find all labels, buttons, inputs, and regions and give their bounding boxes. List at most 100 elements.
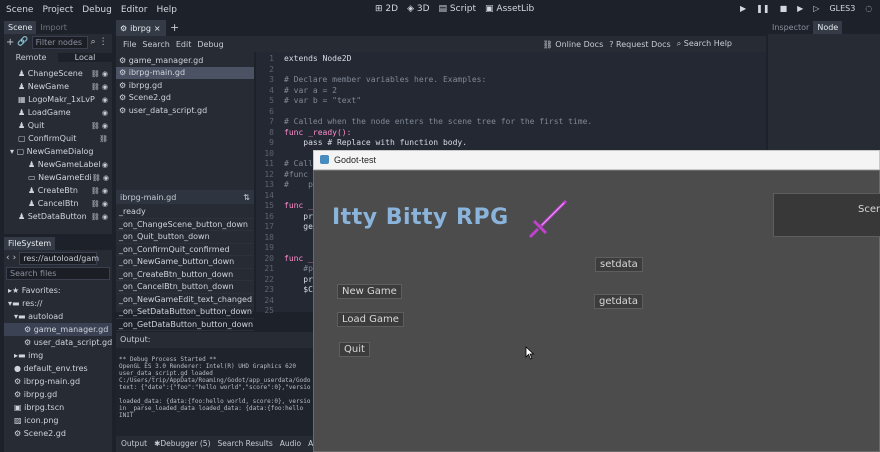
path-field[interactable]: res://autoload/gam bbox=[19, 251, 99, 265]
file-item[interactable]: ⚙ game_manager.gd bbox=[4, 323, 112, 336]
tree-node[interactable]: ♟ SetDataButton ⛓ ◉ bbox=[4, 210, 112, 223]
request-docs-link[interactable]: ? Request Docs bbox=[609, 40, 670, 49]
tree-node[interactable]: ▦ LogoMakr_1xLvP ◉ bbox=[4, 93, 112, 106]
menu-debug[interactable]: Debug bbox=[82, 5, 112, 15]
method-item[interactable]: _on_NewGame_button_down bbox=[116, 256, 254, 269]
filter-nodes-input[interactable]: Filter nodes bbox=[31, 35, 88, 49]
eye-icon[interactable]: ⛓ ◉ bbox=[91, 70, 108, 78]
method-item[interactable]: _on_CancelBtn_button_down bbox=[116, 281, 254, 294]
menu-editor[interactable]: Editor bbox=[121, 5, 148, 15]
game-window-titlebar[interactable]: Godot-test bbox=[313, 150, 880, 170]
file-item[interactable]: ● default_env.tres bbox=[4, 362, 112, 375]
search-icon[interactable]: ⌕ bbox=[91, 37, 96, 47]
script-list-item[interactable]: ⚙ ibrpg.gd bbox=[116, 79, 254, 92]
eye-icon[interactable]: ◉ bbox=[102, 161, 108, 169]
tree-node[interactable]: ♟ Quit ⛓ ◉ bbox=[4, 119, 112, 132]
tab-scene[interactable]: Scene bbox=[4, 20, 37, 34]
forward-icon[interactable]: › bbox=[13, 253, 17, 263]
tab-inspector[interactable]: Inspector bbox=[768, 21, 813, 34]
method-item[interactable]: _on_CreateBtn_button_down bbox=[116, 269, 254, 281]
add-tab-icon[interactable]: + bbox=[170, 21, 179, 34]
method-item[interactable]: _ready bbox=[116, 206, 254, 219]
local-button[interactable]: Local bbox=[58, 52, 112, 62]
file-item[interactable]: ⚙ ibrpg.gd bbox=[4, 388, 112, 401]
link-icon[interactable]: 🔗 bbox=[17, 37, 28, 47]
new-game-button[interactable]: New Game bbox=[337, 284, 402, 299]
search-files-input[interactable]: Search files bbox=[6, 267, 110, 280]
menu-search[interactable]: Search bbox=[142, 40, 169, 49]
remote-button[interactable]: Remote bbox=[4, 52, 58, 62]
method-item[interactable]: _on_GetDataButton_button_down bbox=[116, 319, 254, 331]
eye-icon[interactable]: ⛓ ◉ bbox=[91, 122, 108, 130]
workspace-assetlib[interactable]: ▣ AssetLib bbox=[485, 4, 534, 14]
menu-icon[interactable]: ⋮ bbox=[99, 37, 108, 47]
script-list-item[interactable]: ⚙ user_data_script.gd bbox=[116, 104, 254, 117]
menu-project[interactable]: Project bbox=[42, 5, 73, 15]
quit-button[interactable]: Quit bbox=[339, 342, 370, 357]
getdata-button[interactable]: getdata bbox=[594, 294, 643, 309]
play-icon[interactable]: ▶ bbox=[740, 4, 746, 13]
tree-node[interactable]: ▢ ConfirmQuit ⛓ bbox=[4, 132, 112, 145]
file-item[interactable]: ⚙ user_data_script.gd bbox=[4, 336, 112, 349]
sort-icon[interactable]: ⇅ bbox=[243, 193, 250, 202]
method-item[interactable]: _on_ConfirmQuit_confirmed bbox=[116, 244, 254, 256]
tab-filesystem[interactable]: FileSystem bbox=[4, 236, 56, 250]
method-item[interactable]: _on_NewGameEdit_text_changed bbox=[116, 294, 254, 306]
method-item[interactable]: _on_Quit_button_down bbox=[116, 231, 254, 244]
close-icon[interactable]: × bbox=[154, 24, 161, 33]
menu-file[interactable]: File bbox=[123, 40, 136, 49]
script-list-item[interactable]: ⚙ game_manager.gd bbox=[116, 54, 254, 67]
tree-node[interactable]: ▾ ▢ NewGameDialog bbox=[4, 145, 112, 158]
eye-icon[interactable]: ◉ bbox=[102, 96, 108, 104]
menu-debug-script[interactable]: Debug bbox=[197, 40, 223, 49]
folder-item[interactable]: ▾▬ autoload bbox=[4, 310, 112, 323]
eye-icon[interactable]: ⛓ ◉ bbox=[91, 83, 108, 91]
file-item[interactable]: ▣ ibrpg.tscn bbox=[4, 401, 112, 414]
tree-node[interactable]: ▭ NewGameEdi ⛓ ◉ bbox=[4, 171, 112, 184]
menu-edit[interactable]: Edit bbox=[176, 40, 192, 49]
tree-node[interactable]: ♟ LoadGame ◉ bbox=[4, 106, 112, 119]
folder-item[interactable]: ▾▬ res:// bbox=[4, 297, 112, 310]
online-docs-link[interactable]: ⛓ Online Docs bbox=[543, 40, 604, 49]
tree-node[interactable]: ♟ ChangeScene ⛓ ◉ bbox=[4, 67, 112, 80]
tab-debugger[interactable]: ✱Debugger (5) bbox=[154, 439, 210, 448]
workspace-3d[interactable]: ◈ 3D bbox=[407, 4, 429, 14]
workspace-2d[interactable]: ⊞ 2D bbox=[375, 4, 398, 14]
play-custom-icon[interactable]: ▷ bbox=[813, 4, 819, 13]
script-list-item[interactable]: ⚙ Scene2.gd bbox=[116, 92, 254, 105]
eye-icon[interactable]: ⛓ ◉ bbox=[91, 213, 108, 221]
tab-ibrpg[interactable]: ⚙ ibrpg × bbox=[116, 20, 166, 36]
eye-icon[interactable]: ⛓ ◉ bbox=[91, 200, 108, 208]
tab-output[interactable]: Output bbox=[121, 439, 147, 448]
method-item[interactable]: _on_SetDataButton_button_down bbox=[116, 306, 254, 319]
method-item[interactable]: _on_ChangeScene_button_down bbox=[116, 219, 254, 231]
tab-import[interactable]: Import bbox=[36, 21, 71, 34]
menu-help[interactable]: Help bbox=[157, 5, 178, 15]
script-list-item[interactable]: ⚙ ibrpg-main.gd bbox=[116, 66, 254, 79]
setdata-button[interactable]: setdata bbox=[595, 257, 643, 272]
favorites-item[interactable]: ▸★ Favorites: bbox=[4, 284, 112, 297]
eye-icon[interactable]: ⛓ ◉ bbox=[92, 174, 109, 182]
eye-icon[interactable]: ⛓ bbox=[99, 135, 108, 143]
tree-node[interactable]: ♟ CancelBtn ⛓ ◉ bbox=[4, 197, 112, 210]
menu-scene[interactable]: Scene bbox=[6, 5, 33, 15]
stop-icon[interactable]: ■ bbox=[780, 4, 788, 13]
workspace-script[interactable]: ▤ Script bbox=[439, 4, 477, 14]
load-game-button[interactable]: Load Game bbox=[337, 312, 404, 327]
pause-icon[interactable]: ❚❚ bbox=[756, 4, 769, 13]
file-item[interactable]: ▨ icon.png bbox=[4, 414, 112, 427]
tree-node[interactable]: ♟ NewGameLabel ◉ bbox=[4, 158, 112, 171]
tree-node[interactable]: ♟ CreateBtn ⛓ ◉ bbox=[4, 184, 112, 197]
play-scene-icon[interactable]: ▶ bbox=[797, 4, 803, 13]
tab-node[interactable]: Node bbox=[813, 20, 843, 34]
renderer-select[interactable]: GLES3 bbox=[829, 4, 855, 13]
change-scene-button[interactable]: Scene bbox=[773, 193, 880, 237]
tree-node[interactable]: ♟ NewGame ⛓ ◉ bbox=[4, 80, 112, 93]
eye-icon[interactable]: ◉ bbox=[102, 109, 108, 117]
eye-icon[interactable]: ⛓ ◉ bbox=[91, 187, 108, 195]
file-item[interactable]: ⚙ Scene2.gd bbox=[4, 427, 112, 440]
folder-item[interactable]: ▸▬ img bbox=[4, 349, 112, 362]
tab-search-results[interactable]: Search Results bbox=[218, 439, 273, 448]
output-log[interactable]: ** Debug Process Started ** OpenGL ES 3.… bbox=[116, 348, 314, 436]
search-help-link[interactable]: ⌕ Search Help bbox=[677, 39, 732, 49]
